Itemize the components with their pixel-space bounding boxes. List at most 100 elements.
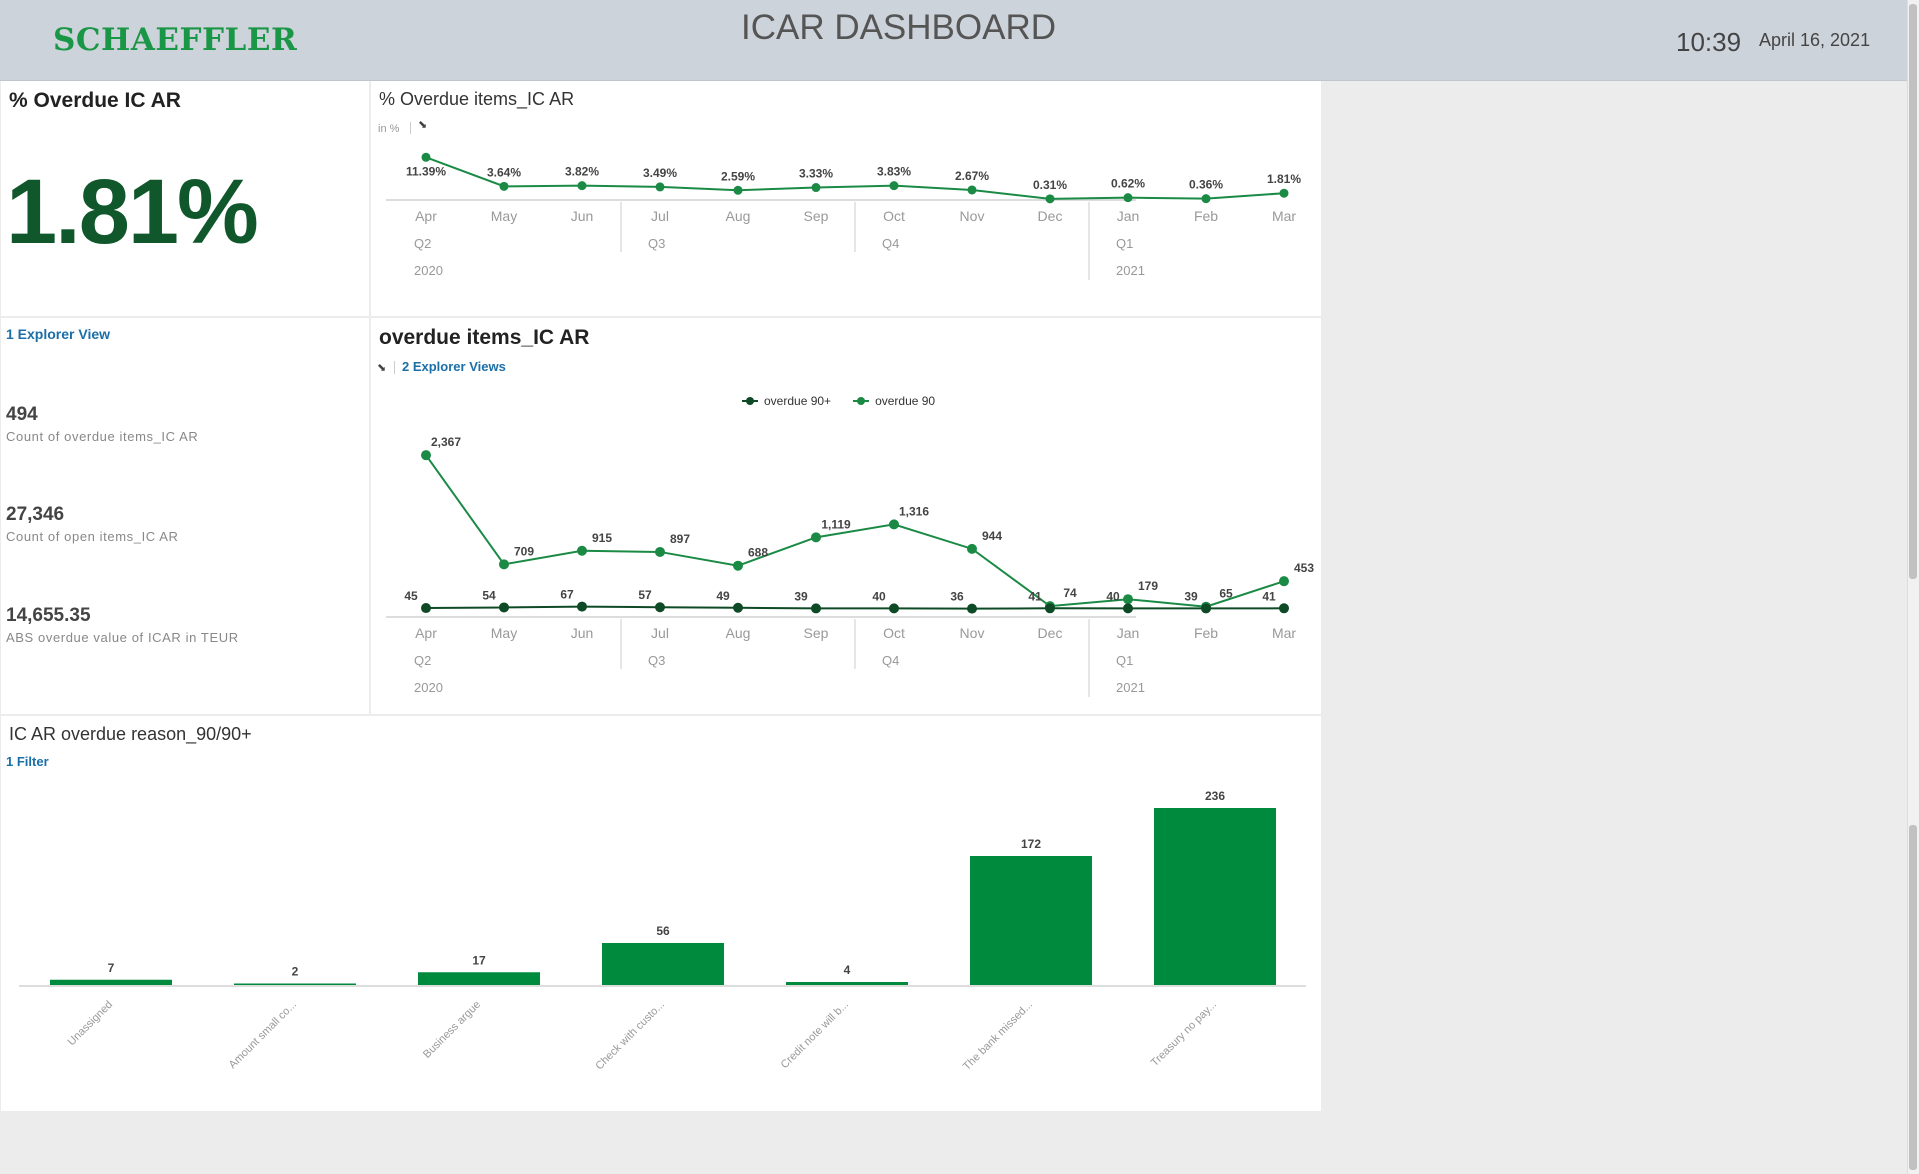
overdue-pct-point bbox=[421, 152, 431, 162]
stat-abs-value: 14,655.35 bbox=[6, 605, 91, 626]
x-tick-label: Check with custo... bbox=[593, 999, 667, 1073]
x-tick-label: Sep bbox=[804, 208, 829, 224]
series-point-1 bbox=[733, 560, 743, 571]
chart-legend: overdue 90+ overdue 90 bbox=[742, 394, 935, 408]
overdue-items-chart-title: overdue items_IC AR bbox=[379, 326, 590, 349]
bar bbox=[602, 943, 724, 985]
legend-item-overdue-90-plus[interactable]: overdue 90+ bbox=[742, 394, 831, 408]
x-tick-label: Dec bbox=[1038, 208, 1063, 224]
overdue-reason-bar-chart: 7 Unassigned 2 Amount small co... 17 Business… bbox=[19, 789, 1306, 1073]
legend-swatch bbox=[853, 396, 870, 406]
series-data-label-1: 709 bbox=[514, 544, 534, 558]
series-data-label-1: 1,316 bbox=[899, 504, 929, 518]
overdue-pct-data-label: 0.36% bbox=[1189, 178, 1223, 192]
bar bbox=[786, 982, 908, 985]
overdue-pct-point bbox=[967, 185, 977, 195]
bar bbox=[970, 856, 1092, 985]
series-point-0 bbox=[889, 603, 899, 614]
x-tick-label: Aug bbox=[726, 625, 751, 641]
overdue-pct-point bbox=[577, 181, 587, 191]
x-tick-label: Jun bbox=[571, 208, 594, 224]
bar-data-label: 7 bbox=[108, 961, 115, 975]
x-tick-label: Business argue bbox=[421, 999, 483, 1061]
clock-time: 10:39 bbox=[1676, 27, 1742, 57]
quarter-label: Q2 bbox=[414, 653, 431, 668]
unit-label: in % bbox=[378, 123, 400, 135]
overdue-pct-point bbox=[655, 182, 665, 192]
series-point-1 bbox=[811, 532, 821, 543]
series-point-1 bbox=[655, 546, 665, 557]
series-point-0 bbox=[1201, 603, 1211, 614]
legend-item-overdue-90[interactable]: overdue 90 bbox=[853, 394, 935, 408]
series-data-label-1: 915 bbox=[592, 531, 612, 545]
series-data-label-1: 179 bbox=[1138, 579, 1158, 593]
series-data-label-0: 36 bbox=[950, 590, 964, 604]
bar-data-label: 2 bbox=[292, 965, 299, 979]
kpi-value: 1.81% bbox=[6, 161, 259, 263]
x-tick-label: Feb bbox=[1194, 625, 1218, 641]
filter-link[interactable]: 1 Filter bbox=[6, 754, 49, 769]
bar bbox=[418, 972, 540, 985]
x-tick-label: Jan bbox=[1117, 208, 1140, 224]
overdue-pct-point bbox=[733, 185, 743, 195]
overdue-pct-line-chart: Apr May Jun Jul Aug Sep Oct Nov Dec Jan Feb Mar Q2 Q3… bbox=[386, 152, 1301, 280]
x-tick-label: Jun bbox=[571, 625, 594, 641]
stat-open-count: 27,346 bbox=[6, 504, 65, 525]
series-point-0 bbox=[967, 603, 977, 614]
bar-data-label: 4 bbox=[844, 963, 851, 977]
quarter-label: Q4 bbox=[882, 236, 899, 251]
x-tick-label: Jul bbox=[651, 208, 669, 224]
series-point-0 bbox=[499, 602, 509, 613]
series-data-label-1: 688 bbox=[748, 546, 768, 560]
bar-data-label: 172 bbox=[1021, 837, 1041, 851]
x-tick-label: Apr bbox=[415, 625, 437, 641]
scrollbar-thumb[interactable] bbox=[1909, 4, 1917, 579]
scrollbar-thumb[interactable] bbox=[1909, 825, 1917, 1170]
series-data-label-0: 41 bbox=[1262, 589, 1276, 603]
stat-overdue-count: 494 bbox=[6, 404, 38, 425]
x-tick-label: Mar bbox=[1272, 625, 1296, 641]
x-tick-label: May bbox=[491, 208, 517, 224]
series-data-label-0: 45 bbox=[404, 589, 418, 603]
quarter-label: Q2 bbox=[414, 236, 431, 251]
dashboard-title: ICAR DASHBOARD bbox=[740, 8, 1057, 47]
kpi-title: % Overdue IC AR bbox=[9, 89, 181, 112]
overdue-pct-data-label: 11.39% bbox=[406, 164, 446, 178]
year-label: 2020 bbox=[414, 680, 443, 695]
overdue-pct-point bbox=[1045, 194, 1055, 204]
separator bbox=[410, 122, 411, 134]
bar-data-label: 56 bbox=[656, 924, 670, 938]
explorer-views-link[interactable]: 2 Explorer Views bbox=[402, 359, 506, 374]
quarter-label: Q1 bbox=[1116, 653, 1133, 668]
hierarchy-icon[interactable]: ⬊ bbox=[418, 118, 427, 131]
series-point-0 bbox=[421, 603, 431, 614]
series-data-label-0: 49 bbox=[716, 589, 730, 603]
overdue-pct-data-label: 2.59% bbox=[721, 169, 755, 183]
series-data-label-1: 453 bbox=[1294, 561, 1314, 575]
stat-open-count-label: Count of open items_IC AR bbox=[6, 529, 179, 544]
overdue-pct-data-label: 3.49% bbox=[643, 166, 677, 180]
x-tick-label: The bank missed... bbox=[961, 999, 1035, 1073]
x-tick-label: Feb bbox=[1194, 208, 1218, 224]
series-point-1 bbox=[967, 543, 977, 554]
x-tick-label: Jan bbox=[1117, 625, 1140, 641]
overdue-pct-point bbox=[1123, 193, 1133, 203]
x-tick-label: Dec bbox=[1038, 625, 1063, 641]
clock-date: April 16, 2021 bbox=[1759, 30, 1871, 50]
series-point-1 bbox=[889, 519, 899, 530]
overdue-pct-data-label: 3.83% bbox=[877, 165, 911, 179]
overdue-pct-data-label: 0.62% bbox=[1111, 177, 1145, 191]
hierarchy-icon[interactable]: ⬊ bbox=[377, 361, 386, 374]
bar bbox=[50, 979, 172, 985]
year-label: 2021 bbox=[1116, 680, 1145, 695]
stat-abs-value-label: ABS overdue value of ICAR in TEUR bbox=[6, 630, 239, 645]
x-tick-label: Oct bbox=[883, 625, 905, 641]
overdue-pct-data-label: 1.81% bbox=[1267, 172, 1301, 186]
overdue-pct-point bbox=[499, 181, 509, 191]
explorer-view-link[interactable]: 1 Explorer View bbox=[6, 326, 110, 342]
overdue-pct-data-label: 3.82% bbox=[565, 165, 599, 179]
overdue-pct-chart-title: % Overdue items_IC AR bbox=[379, 89, 575, 109]
series-point-1 bbox=[499, 559, 509, 570]
overdue-pct-data-label: 2.67% bbox=[955, 169, 989, 183]
series-data-label-1: 74 bbox=[1063, 586, 1077, 600]
